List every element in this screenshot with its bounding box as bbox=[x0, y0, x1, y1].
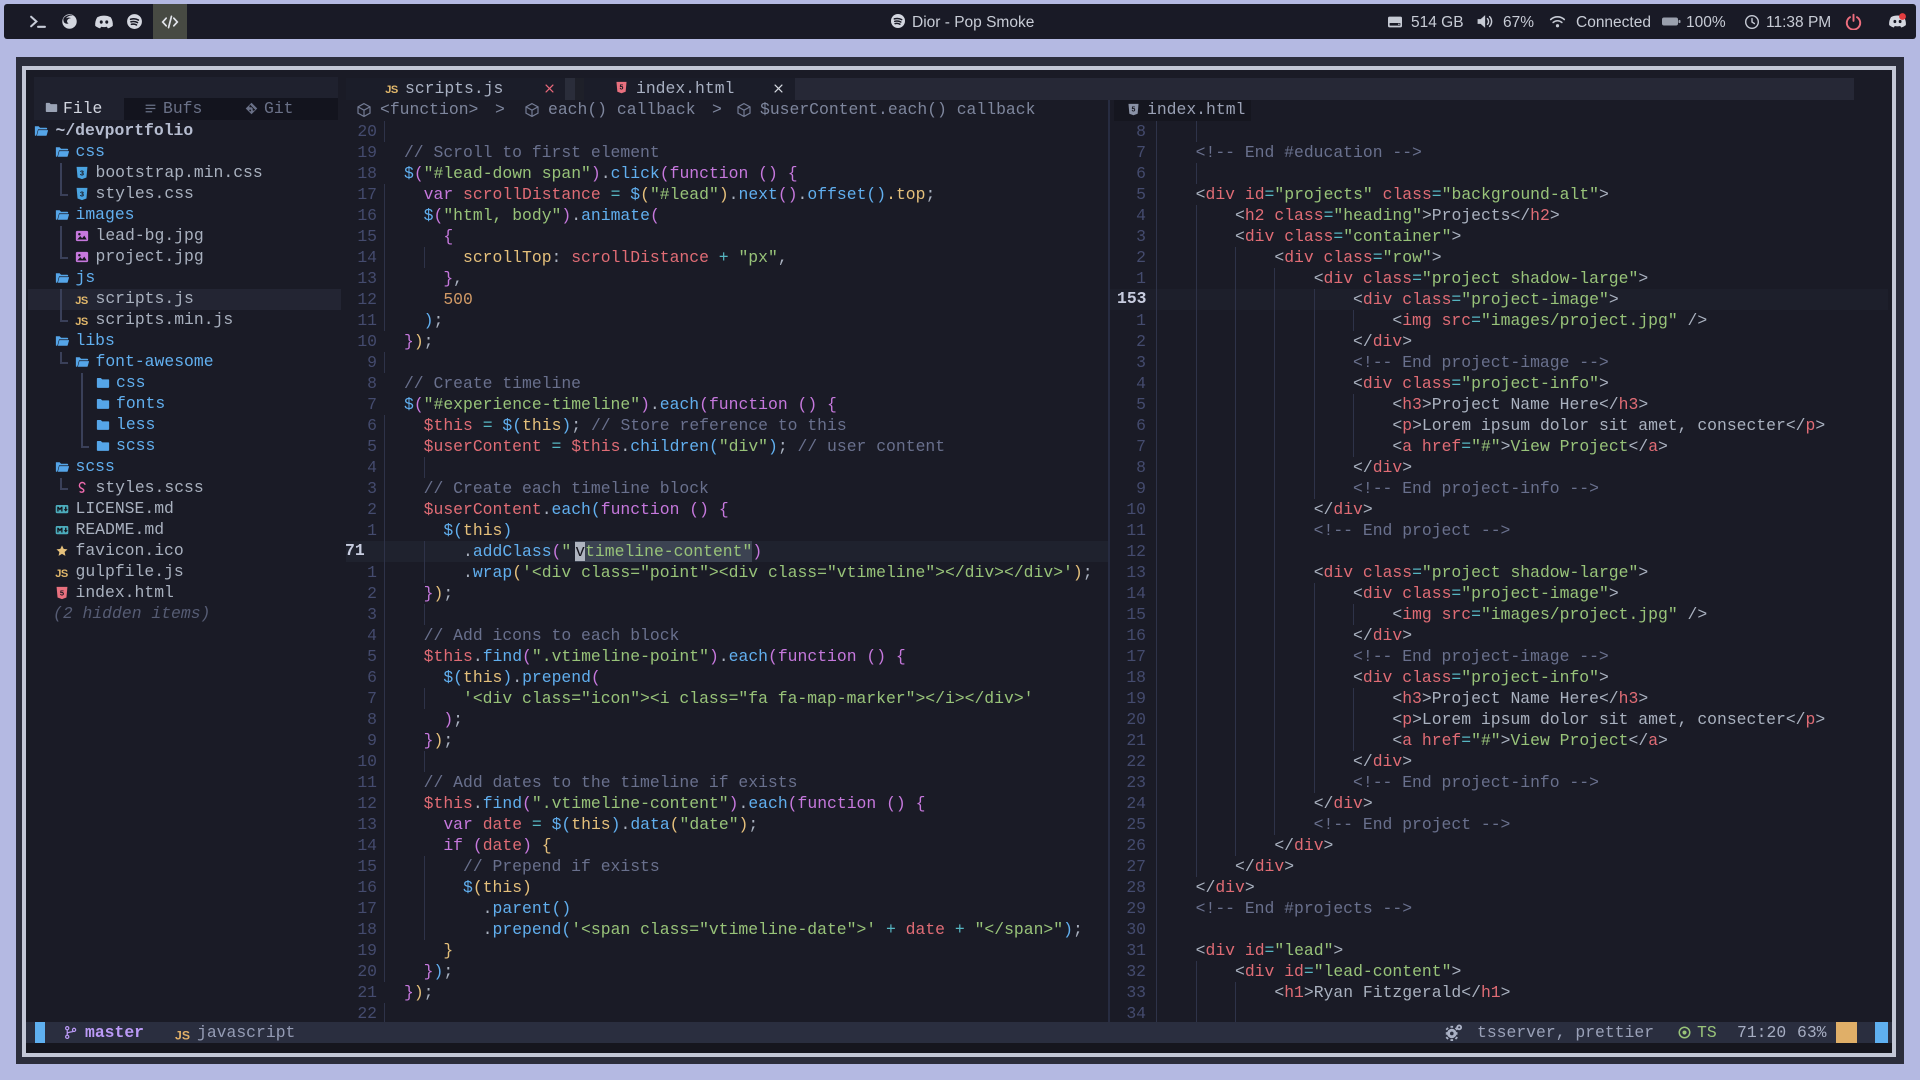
svg-text:5: 5 bbox=[1132, 106, 1136, 113]
svg-text:JS: JS bbox=[75, 315, 88, 327]
svg-text:JS: JS bbox=[75, 294, 88, 306]
svg-text:JS: JS bbox=[55, 567, 68, 579]
svg-text:5: 5 bbox=[620, 85, 624, 92]
svg-text:5: 5 bbox=[59, 588, 63, 597]
svg-text:3: 3 bbox=[80, 189, 84, 198]
svg-text:3: 3 bbox=[80, 168, 84, 177]
svg-text:JS: JS bbox=[385, 83, 398, 95]
svg-text:JS: JS bbox=[175, 1028, 190, 1042]
